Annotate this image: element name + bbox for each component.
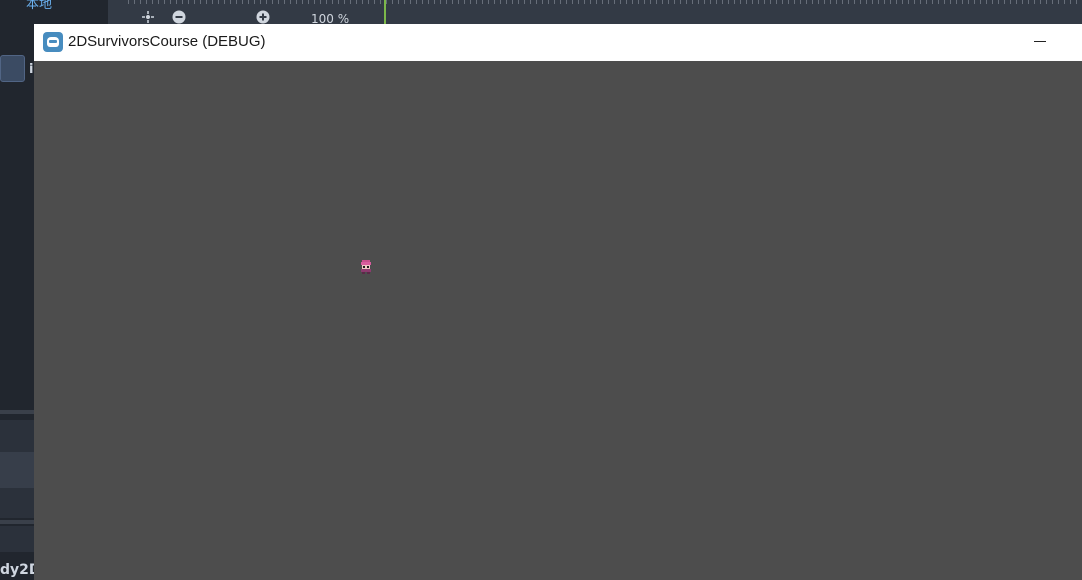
minimize-icon[interactable] — [1034, 41, 1046, 42]
godot-icon — [43, 32, 63, 52]
game-window: 2DSurvivorsCourse (DEBUG) — [34, 24, 1082, 580]
viewport-toolbar: 100 % — [108, 0, 1082, 26]
viewport-origin-axis — [384, 0, 386, 24]
player-sprite — [361, 260, 371, 274]
local-tab[interactable]: 本地 — [0, 0, 78, 14]
game-viewport[interactable] — [34, 61, 1082, 580]
ruler — [128, 0, 1082, 4]
scene-tree-item-label: i — [29, 62, 34, 77]
window-titlebar[interactable]: 2DSurvivorsCourse (DEBUG) — [34, 24, 1082, 62]
window-title: 2DSurvivorsCourse (DEBUG) — [68, 33, 266, 50]
scene-tree-selected-item[interactable] — [0, 55, 25, 82]
